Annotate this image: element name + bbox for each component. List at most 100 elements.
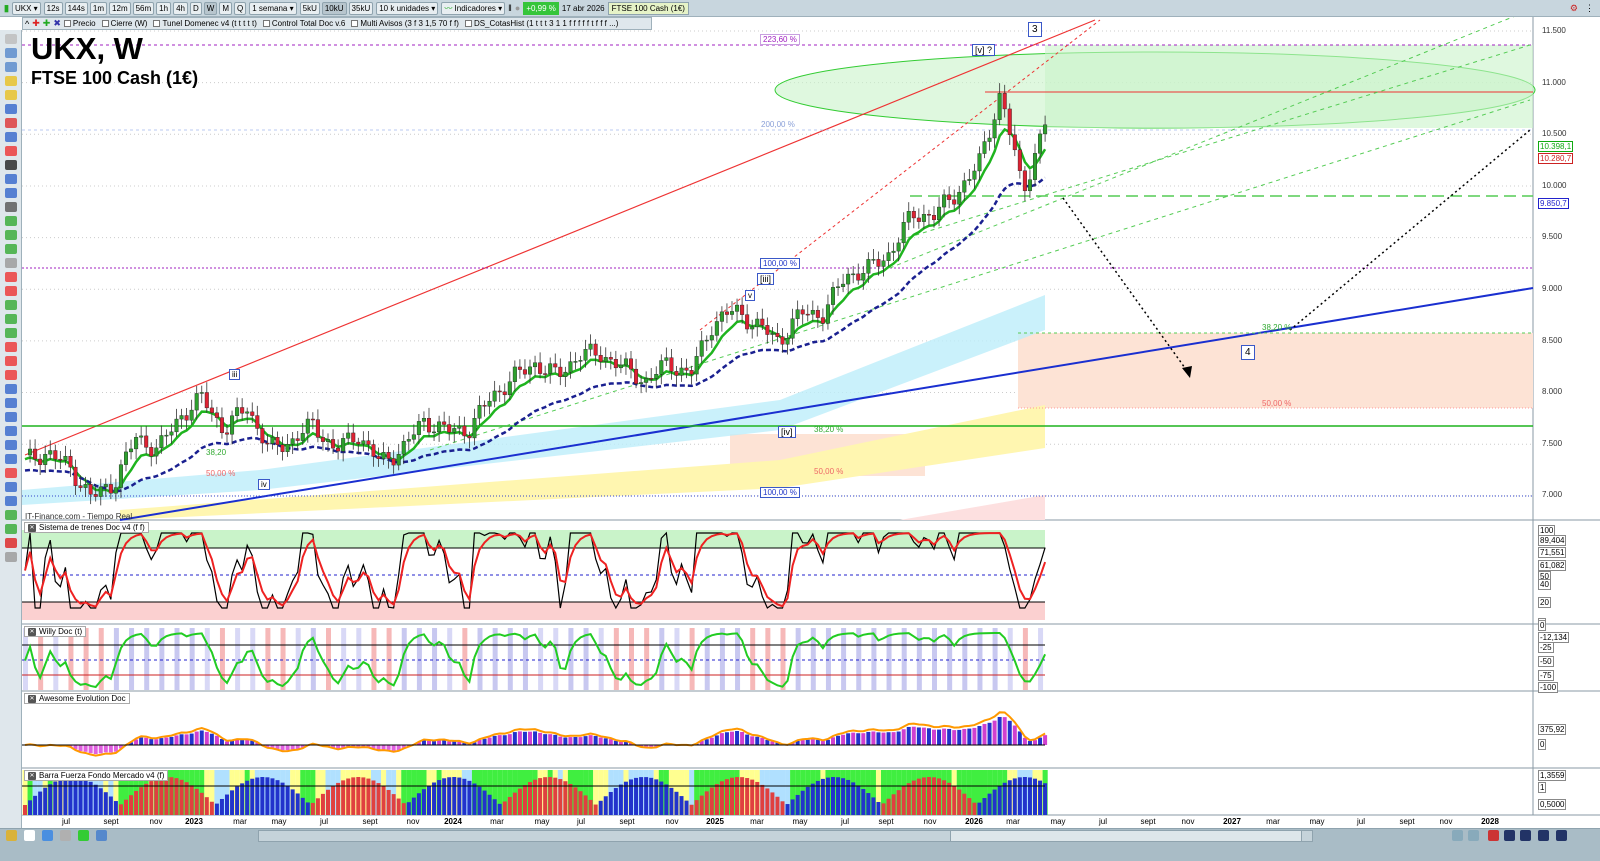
close-panel-icon[interactable]: ✕	[28, 771, 36, 780]
panel-title[interactable]: ✕ Sistema de trenes Doc v4 (f f)	[24, 522, 149, 533]
drawing-tool-icon[interactable]	[5, 244, 17, 254]
period-select[interactable]: 1 semana ▾	[249, 1, 297, 15]
drawing-tool-icon[interactable]	[5, 454, 17, 464]
drawing-tool-icon[interactable]	[5, 300, 17, 310]
undo-icon[interactable]	[1452, 830, 1463, 841]
redo-icon[interactable]	[1468, 830, 1479, 841]
wave-label[interactable]: v	[745, 290, 755, 301]
unit-10kU[interactable]: 10kU	[321, 1, 347, 15]
timeframe-1m[interactable]: 1m	[89, 1, 108, 15]
wave-label[interactable]: [iii]	[757, 273, 774, 285]
symbol-select[interactable]: UKX ▾	[11, 1, 41, 15]
drawing-tool-icon[interactable]	[5, 160, 17, 170]
more-icon[interactable]	[1556, 830, 1567, 841]
timeframe-4h[interactable]: 4h	[173, 1, 188, 15]
zoom-out-icon[interactable]	[1520, 830, 1531, 841]
checkbox[interactable]	[153, 20, 161, 27]
wave-label[interactable]: [v] ?	[972, 44, 996, 56]
drawing-tool-icon[interactable]	[5, 132, 17, 142]
panel-title[interactable]: ✕ Willy Doc (t)	[24, 626, 87, 637]
timeframe-M[interactable]: M	[219, 1, 232, 15]
pause-icon[interactable]: ‖	[508, 3, 512, 13]
zoom-in-icon[interactable]	[1538, 830, 1549, 841]
menu-icon[interactable]: ⋮	[1585, 3, 1594, 14]
drawing-tool-icon[interactable]	[5, 174, 17, 184]
collapse-icon[interactable]: ^	[25, 19, 29, 29]
add-green-icon[interactable]: ✚	[43, 18, 51, 29]
checkbox[interactable]	[464, 20, 472, 27]
pencil-icon[interactable]	[6, 830, 17, 841]
legend-item[interactable]: Tunel Domenec v4 (t t t t t)	[153, 19, 257, 28]
wave-label[interactable]: [iv]	[778, 426, 796, 438]
close-panel-icon[interactable]: ✕	[28, 523, 36, 532]
drawing-tool-icon[interactable]	[5, 468, 17, 478]
alert-icon[interactable]: ⚙	[1570, 3, 1578, 14]
drawing-tool-icon[interactable]	[5, 62, 17, 72]
comment-icon[interactable]	[42, 830, 53, 841]
units-select[interactable]: 10 k unidades ▾	[376, 1, 439, 15]
checkbox[interactable]	[351, 20, 359, 27]
wave-label[interactable]: 4	[1241, 345, 1255, 360]
drawing-tool-icon[interactable]	[5, 76, 17, 86]
drawing-tool-icon[interactable]	[5, 356, 17, 366]
legend-item[interactable]: DS_CotasHist (1 t t t 3 1 1 f f f f f t …	[464, 19, 618, 28]
drawing-tool-icon[interactable]	[5, 146, 17, 156]
drawing-tool-icon[interactable]	[5, 510, 17, 520]
scrollbar-thumb[interactable]	[950, 830, 1302, 842]
timeframe-Q[interactable]: Q	[234, 1, 247, 15]
drawing-tool-icon[interactable]	[5, 216, 17, 226]
settings-icon[interactable]	[60, 830, 71, 841]
drawing-tool-icon[interactable]	[5, 48, 17, 58]
drawing-tool-icon[interactable]	[5, 482, 17, 492]
panel-title[interactable]: ✕ Awesome Evolution Doc	[24, 693, 130, 704]
drawing-tool-icon[interactable]	[5, 412, 17, 422]
checkbox[interactable]	[262, 20, 270, 27]
drawing-tool-icon[interactable]	[5, 118, 17, 128]
layers-icon[interactable]	[78, 830, 89, 841]
drawing-tool-icon[interactable]	[5, 440, 17, 450]
timeframe-144s[interactable]: 144s	[64, 1, 88, 15]
drawing-tool-icon[interactable]	[5, 258, 17, 268]
close-icon[interactable]: ✖	[53, 18, 61, 29]
timeframe-12m[interactable]: 12m	[109, 1, 131, 15]
share-icon[interactable]	[24, 830, 35, 841]
drawing-tool-icon[interactable]	[5, 524, 17, 534]
wave-label[interactable]: iv	[258, 479, 270, 490]
drawing-tool-icon[interactable]	[5, 90, 17, 100]
legend-item[interactable]: Multi Avisos (3 f 3 1,5 70 f f)	[351, 19, 459, 28]
drawing-tool-icon[interactable]	[5, 370, 17, 380]
drawing-tool-icon[interactable]	[5, 538, 17, 548]
legend-item[interactable]: Precio	[63, 19, 96, 28]
wave-label[interactable]: 3	[1028, 22, 1042, 37]
chart-type-icon[interactable]: ▮	[4, 3, 9, 14]
drawing-tool-icon[interactable]	[5, 426, 17, 436]
indicators-button[interactable]: 〰 Indicadores ▾	[441, 1, 506, 15]
close-panel-icon[interactable]: ✕	[28, 627, 36, 636]
drawing-tool-icon[interactable]	[5, 398, 17, 408]
price-chart[interactable]	[0, 0, 1600, 861]
timeframe-D[interactable]: D	[189, 1, 202, 15]
zoom-fit-icon[interactable]	[1504, 830, 1515, 841]
legend-item[interactable]: Cierre (W)	[101, 19, 147, 28]
unit-35kU[interactable]: 35kU	[348, 1, 374, 15]
drawing-tool-icon[interactable]	[5, 384, 17, 394]
legend-item[interactable]: Control Total Doc v.6	[262, 19, 345, 28]
drawing-tool-icon[interactable]	[5, 314, 17, 324]
template-icon[interactable]	[96, 830, 107, 841]
drawing-tool-icon[interactable]	[5, 104, 17, 114]
drawing-tool-icon[interactable]	[5, 496, 17, 506]
drawing-tool-icon[interactable]	[5, 328, 17, 338]
reset-icon[interactable]	[1488, 830, 1499, 841]
drawing-tool-icon[interactable]	[5, 552, 17, 562]
unit-5kU[interactable]: 5kU	[299, 1, 320, 15]
drawing-tool-icon[interactable]	[5, 188, 17, 198]
checkbox[interactable]	[63, 20, 71, 27]
record-icon[interactable]: ●	[515, 3, 520, 13]
timeframe-56m[interactable]: 56m	[132, 1, 155, 15]
drawing-tool-icon[interactable]	[5, 342, 17, 352]
drawing-tool-icon[interactable]	[5, 202, 17, 212]
timeframe-1h[interactable]: 1h	[156, 1, 172, 15]
drawing-tool-icon[interactable]	[5, 286, 17, 296]
panel-title[interactable]: ✕ Barra Fuerza Fondo Mercado v4 (f)	[24, 770, 169, 781]
drawing-tool-icon[interactable]	[5, 230, 17, 240]
